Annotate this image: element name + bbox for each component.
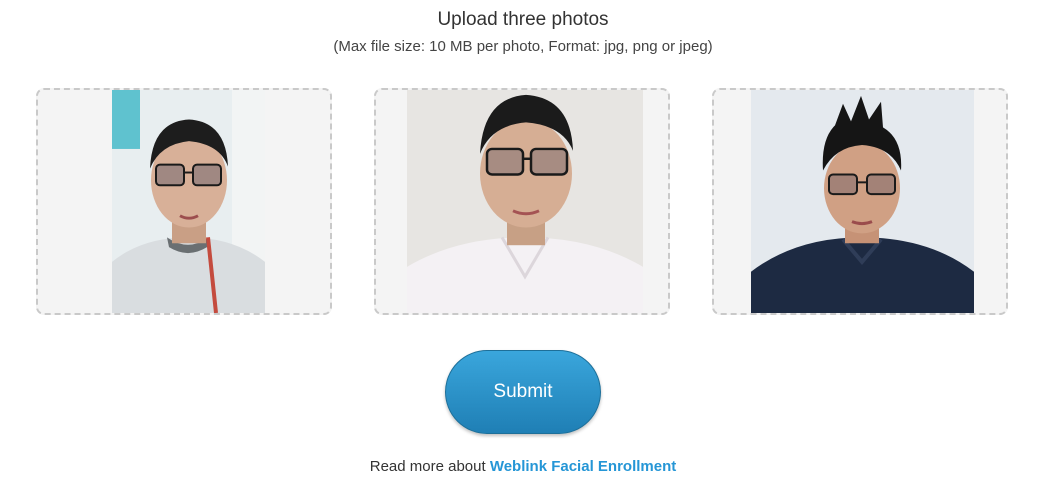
uploaded-photo-2	[407, 90, 643, 313]
page-title: Upload three photos	[437, 9, 609, 30]
photo-upload-slot-3[interactable]	[712, 88, 1008, 315]
uploaded-photo-3	[751, 90, 974, 313]
photo-upload-slot-1[interactable]	[36, 88, 332, 315]
photo-upload-slot-2[interactable]	[374, 88, 670, 315]
upload-page: Upload three photos (Max file size: 10 M…	[0, 0, 1046, 497]
upload-requirements: (Max file size: 10 MB per photo, Format:…	[333, 38, 713, 55]
submit-button[interactable]: Submit	[445, 350, 601, 434]
weblink-facial-enrollment-link[interactable]: Weblink Facial Enrollment	[490, 458, 676, 475]
read-more-text: Read more about Weblink Facial Enrollmen…	[0, 458, 1046, 475]
read-more-prefix: Read more about	[369, 458, 490, 475]
uploaded-photo-1	[112, 90, 265, 313]
